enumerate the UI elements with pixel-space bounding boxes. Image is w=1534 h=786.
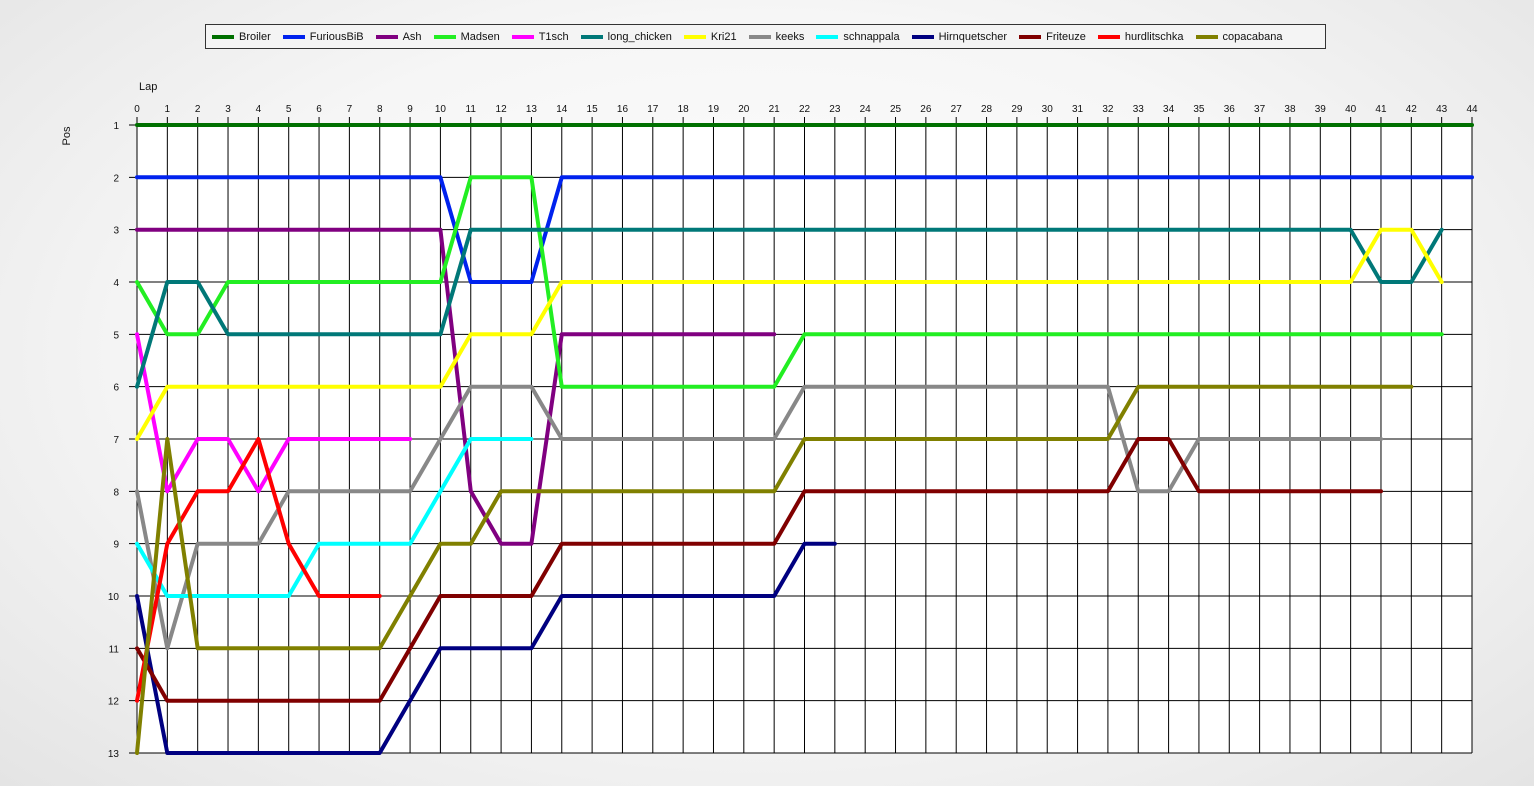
- x-tick-label: 39: [1315, 104, 1327, 115]
- x-tick-label: 37: [1254, 104, 1266, 115]
- x-tick-label: 24: [860, 104, 872, 115]
- y-tick-label: 2: [113, 173, 119, 184]
- x-tick-label: 33: [1133, 104, 1145, 115]
- y-tick-label: 5: [113, 330, 119, 341]
- x-tick-label: 19: [708, 104, 720, 115]
- x-tick-label: 25: [890, 104, 902, 115]
- x-tick-label: 10: [435, 104, 447, 115]
- x-tick-label: 14: [556, 104, 568, 115]
- x-tick-label: 30: [1042, 104, 1054, 115]
- x-tick-label: 2: [195, 104, 201, 115]
- x-tick-label: 5: [286, 104, 292, 115]
- chart-plot: 0 1 2 3 4 5 6 7 8 9 10 11 12 13 14 15 16 17 18 19 20 21 22 23 24…: [61, 81, 1478, 760]
- x-tick-label: 6: [316, 104, 322, 115]
- x-tick-label: 0: [134, 104, 140, 115]
- x-tick-label: 41: [1375, 104, 1387, 115]
- x-tick-label: 28: [981, 104, 993, 115]
- x-tick-label: 1: [165, 104, 171, 115]
- x-tick-label: 35: [1193, 104, 1205, 115]
- x-tick-label: 27: [951, 104, 963, 115]
- x-tick-label: 32: [1102, 104, 1114, 115]
- x-tick-label: 23: [829, 104, 841, 115]
- x-tick-label: 20: [738, 104, 750, 115]
- x-tick-label: 22: [799, 104, 811, 115]
- x-tick-label: 17: [647, 104, 659, 115]
- x-tick-label: 11: [466, 104, 477, 115]
- y-tick-label: 8: [113, 487, 119, 498]
- x-tick-label: 34: [1163, 104, 1175, 115]
- x-tick-label: 21: [769, 104, 781, 115]
- x-tick-label: 18: [678, 104, 690, 115]
- y-tick-label: 3: [113, 226, 119, 237]
- x-tick-label: 31: [1072, 104, 1084, 115]
- x-tick-label: 44: [1466, 104, 1478, 115]
- y-tick-label: 13: [108, 749, 120, 760]
- x-tick-label: 3: [225, 104, 231, 115]
- x-tick-label: 26: [920, 104, 932, 115]
- y-tick-label: 10: [108, 592, 120, 603]
- x-tick-label: 29: [1011, 104, 1023, 115]
- x-tick-label: 43: [1436, 104, 1448, 115]
- y-tick-label: 1: [113, 121, 119, 132]
- x-tick-label: 38: [1284, 104, 1296, 115]
- x-axis-label: Lap: [139, 81, 157, 93]
- y-tick-label: 11: [109, 644, 120, 655]
- y-tick-label: 12: [108, 697, 120, 708]
- x-tick-label: 40: [1345, 104, 1357, 115]
- x-tick-label: 36: [1224, 104, 1236, 115]
- y-tick-label: 7: [113, 435, 119, 446]
- y-tick-label: 6: [113, 383, 119, 394]
- x-tick-label: 12: [496, 104, 508, 115]
- y-tick-label: 4: [113, 278, 119, 289]
- x-tick-label: 9: [407, 104, 413, 115]
- x-tick-label: 4: [256, 104, 262, 115]
- x-tick-label: 8: [377, 104, 383, 115]
- x-tick-label: 7: [347, 104, 353, 115]
- y-axis-label: Pos: [61, 126, 73, 145]
- y-tick-label: 9: [113, 540, 119, 551]
- x-tick-label: 16: [617, 104, 629, 115]
- x-tick-label: 42: [1406, 104, 1418, 115]
- x-tick-label: 13: [526, 104, 538, 115]
- x-tick-label: 15: [587, 104, 599, 115]
